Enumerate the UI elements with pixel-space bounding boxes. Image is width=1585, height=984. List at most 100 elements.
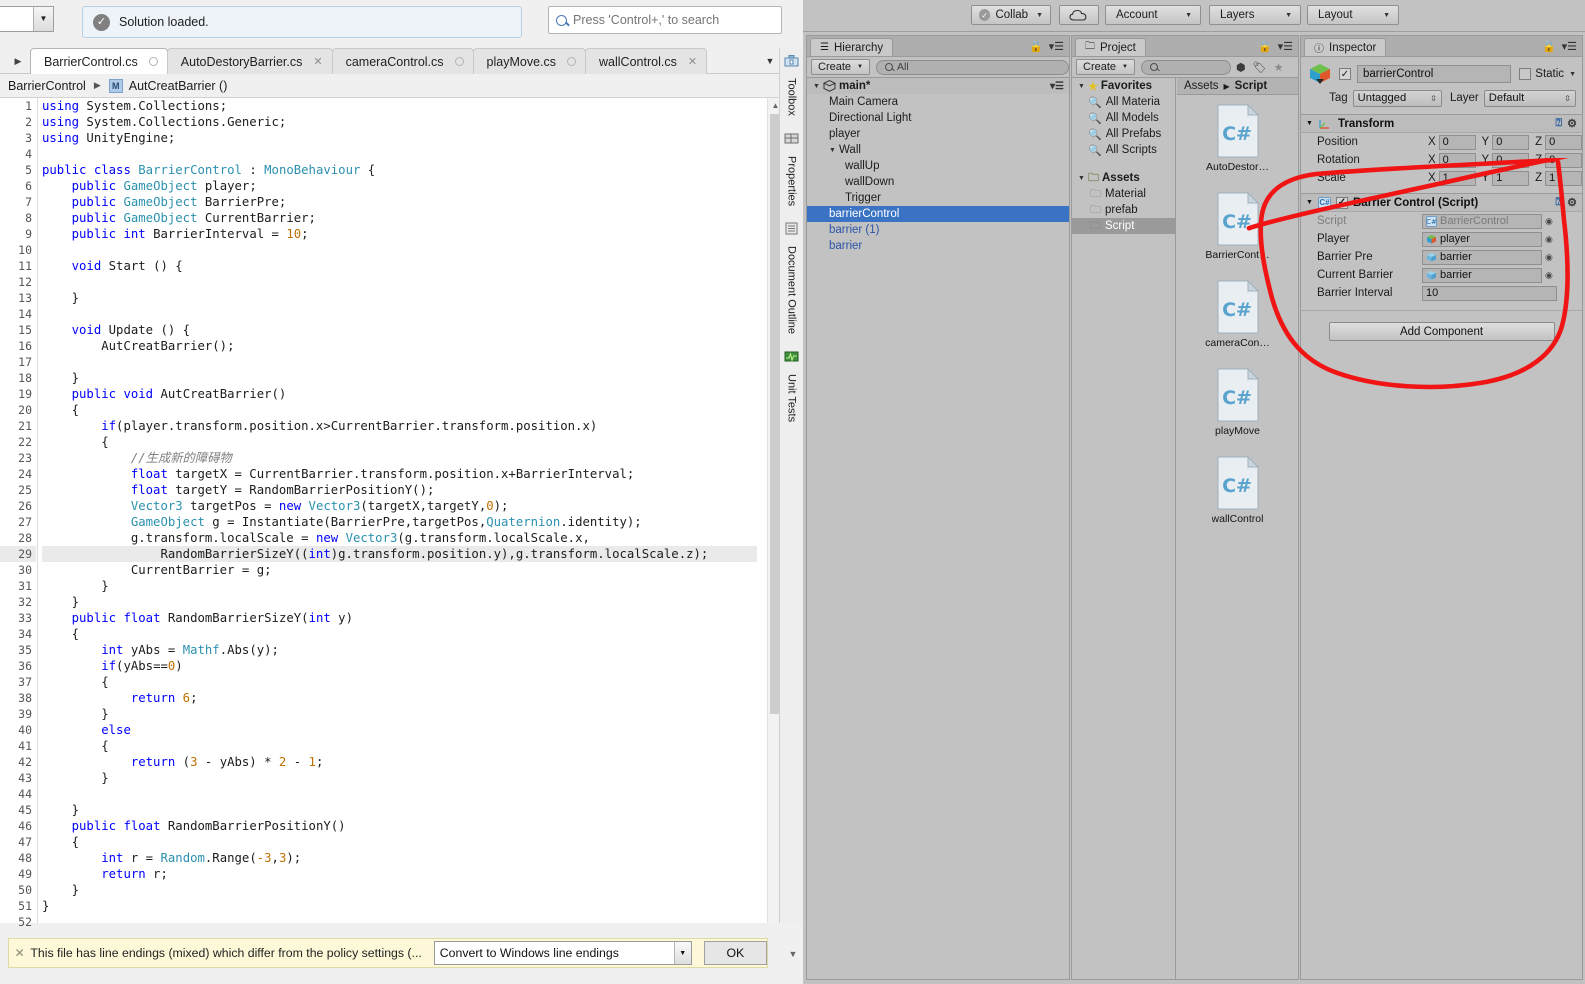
code-line[interactable]: public void AutCreatBarrier() xyxy=(42,386,757,402)
tabs-scroll-left-icon[interactable]: ▶ xyxy=(8,52,28,70)
tool-tab-toolbox[interactable]: Toolbox xyxy=(781,48,803,126)
tool-tab-unit-tests[interactable]: Unit Tests xyxy=(781,344,803,432)
code-line[interactable]: { xyxy=(42,738,757,754)
breadcrumb-assets[interactable]: Assets xyxy=(1184,80,1219,92)
hierarchy-scene-root[interactable]: ▼ main* ▾☰ xyxy=(807,78,1069,94)
layout-button[interactable]: Layout ▼ xyxy=(1307,5,1399,25)
panel-menu-icon[interactable]: ▾☰ xyxy=(1562,40,1577,53)
code-line[interactable] xyxy=(42,274,757,290)
hierarchy-item-wallup[interactable]: wallUp xyxy=(807,158,1069,174)
hierarchy-item-directional-light[interactable]: Directional Light xyxy=(807,110,1069,126)
code-line[interactable] xyxy=(42,354,757,370)
unsaved-dot-icon[interactable] xyxy=(454,57,464,66)
object-picker-icon[interactable]: ◉ xyxy=(1545,252,1553,263)
asset-item[interactable]: C# cameraCon… xyxy=(1201,279,1275,349)
code-line[interactable]: public float RandomBarrierPositionY() xyxy=(42,818,757,834)
script-prop-field[interactable]: player xyxy=(1422,231,1542,247)
code-line[interactable]: int r = Random.Range(-3,3); xyxy=(42,850,757,866)
code-line[interactable]: return r; xyxy=(42,866,757,882)
editor-scroll-down-icon[interactable]: ▼ xyxy=(785,934,801,974)
vs-quick-launch[interactable] xyxy=(548,6,782,34)
hierarchy-search-input[interactable]: All xyxy=(875,59,1069,75)
chevron-down-icon[interactable]: ▼ xyxy=(1306,199,1318,206)
code-line[interactable] xyxy=(42,786,757,802)
transform-scale-x[interactable]: 1 xyxy=(1438,170,1476,186)
code-line[interactable]: public GameObject CurrentBarrier; xyxy=(42,210,757,226)
project-folder-material[interactable]: 🗀 Material xyxy=(1072,186,1175,202)
code-line[interactable]: } xyxy=(42,290,757,306)
editor-tab[interactable]: playMove.cs xyxy=(472,48,587,74)
hierarchy-item-barriercontrol[interactable]: barrierControl xyxy=(807,206,1069,222)
code-line[interactable]: public GameObject BarrierPre; xyxy=(42,194,757,210)
project-folder-prefab[interactable]: 🗀 prefab xyxy=(1072,202,1175,218)
transform-scale-y[interactable]: 1 xyxy=(1492,170,1530,186)
breadcrumb-member[interactable]: AutCreatBarrier () xyxy=(129,79,228,93)
code-line[interactable]: public float RandomBarrierSizeY(int y) xyxy=(42,610,757,626)
code-line[interactable]: { xyxy=(42,834,757,850)
chevron-down-icon[interactable]: ▼ xyxy=(1078,83,1088,90)
panel-menu-icon[interactable]: ▾☰ xyxy=(1049,40,1064,53)
code-line[interactable]: return (3 - yAbs) * 2 - 1; xyxy=(42,754,757,770)
tab-inspector[interactable]: ⓘ Inspector xyxy=(1304,38,1387,56)
chevron-down-icon[interactable]: ▼ xyxy=(1078,175,1088,182)
project-favorites-root[interactable]: ▼ ★ Favorites xyxy=(1072,78,1175,94)
code-line[interactable]: if(player.transform.position.x>CurrentBa… xyxy=(42,418,757,434)
transform-scale-z[interactable]: 1 xyxy=(1545,170,1582,186)
chevron-down-icon[interactable]: ▼ xyxy=(673,942,691,964)
project-search-input[interactable] xyxy=(1140,59,1231,75)
code-text[interactable]: using System.Collections; using System.Co… xyxy=(37,98,757,923)
search-input[interactable] xyxy=(573,13,773,27)
code-line[interactable]: using UnityEngine; xyxy=(42,130,757,146)
object-picker-icon[interactable]: ◉ xyxy=(1545,216,1553,227)
code-line[interactable]: void Update () { xyxy=(42,322,757,338)
code-line[interactable]: } xyxy=(42,594,757,610)
tabs-dropdown-icon[interactable]: ▼ xyxy=(761,52,779,70)
code-line[interactable]: GameObject g = Instantiate(BarrierPre,ta… xyxy=(42,514,757,530)
code-line[interactable]: RandomBarrierSizeY((int)g.transform.posi… xyxy=(42,546,757,562)
cloud-button[interactable] xyxy=(1059,5,1099,25)
breadcrumb-class[interactable]: BarrierControl xyxy=(8,79,86,93)
tab-hierarchy[interactable]: ☰ Hierarchy xyxy=(810,38,894,56)
script-prop-field[interactable]: barrier xyxy=(1422,267,1542,283)
help-icon[interactable]: ⍰ xyxy=(1556,117,1563,130)
filter-label-icon[interactable]: 🏷 xyxy=(1253,61,1267,74)
code-line[interactable]: float targetX = CurrentBarrier.transform… xyxy=(42,466,757,482)
collab-button[interactable]: ✓ Collab ▼ xyxy=(971,5,1051,25)
code-line[interactable]: AutCreatBarrier(); xyxy=(42,338,757,354)
gear-icon[interactable]: ⚙ xyxy=(1567,117,1577,130)
filter-type-icon[interactable]: ⬢ xyxy=(1236,61,1246,74)
script-prop-field[interactable]: barrier xyxy=(1422,249,1542,265)
hierarchy-item-main-camera[interactable]: Main Camera xyxy=(807,94,1069,110)
ok-button[interactable]: OK xyxy=(703,941,767,965)
transform-component-header[interactable]: ▼ Transform ⍰ ⚙ xyxy=(1301,114,1582,133)
code-line[interactable]: void Start () { xyxy=(42,258,757,274)
asset-item[interactable]: C# wallControl xyxy=(1201,455,1275,525)
editor-tab[interactable]: cameraControl.cs xyxy=(331,48,474,74)
chevron-down-icon[interactable]: ▼ xyxy=(1569,71,1576,78)
code-line[interactable] xyxy=(42,914,757,923)
tool-tab-properties[interactable]: Properties xyxy=(781,126,803,216)
favorite-item[interactable]: 🔍 All Models xyxy=(1072,110,1175,126)
project-tree[interactable]: ▼ ★ Favorites 🔍 All Materia 🔍 All Models 🔍 Al… xyxy=(1072,78,1176,979)
project-assets-root[interactable]: ▼ 🗀 Assets xyxy=(1072,170,1175,186)
code-line[interactable]: { xyxy=(42,402,757,418)
vs-config-dropdown[interactable]: ▼ xyxy=(0,6,54,32)
chevron-down-icon[interactable]: ▼ xyxy=(813,83,823,90)
code-line[interactable]: public int BarrierInterval = 10; xyxy=(42,226,757,242)
code-line[interactable] xyxy=(42,146,757,162)
account-button[interactable]: Account ▼ xyxy=(1105,5,1201,25)
chevron-down-icon[interactable]: ▼ xyxy=(33,7,53,31)
code-line[interactable]: } xyxy=(42,898,757,914)
code-line[interactable]: if(yAbs==0) xyxy=(42,658,757,674)
favorite-item[interactable]: 🔍 All Materia xyxy=(1072,94,1175,110)
lock-icon[interactable]: 🔒 xyxy=(1258,40,1272,53)
lock-icon[interactable]: 🔒 xyxy=(1029,40,1043,53)
hierarchy-item-wall[interactable]: ▼ Wall xyxy=(807,142,1069,158)
script-component-header[interactable]: ▼ C# ✓ Barrier Control (Script) ⍰ ⚙ xyxy=(1301,193,1582,212)
hierarchy-item-trigger[interactable]: Trigger xyxy=(807,190,1069,206)
code-line[interactable]: return 6; xyxy=(42,690,757,706)
tab-project[interactable]: 🗀 Project xyxy=(1075,38,1146,56)
panel-menu-icon[interactable]: ▾☰ xyxy=(1278,40,1293,53)
chevron-down-icon[interactable]: ▼ xyxy=(829,147,839,154)
project-create-button[interactable]: Create ▼ xyxy=(1076,59,1135,75)
